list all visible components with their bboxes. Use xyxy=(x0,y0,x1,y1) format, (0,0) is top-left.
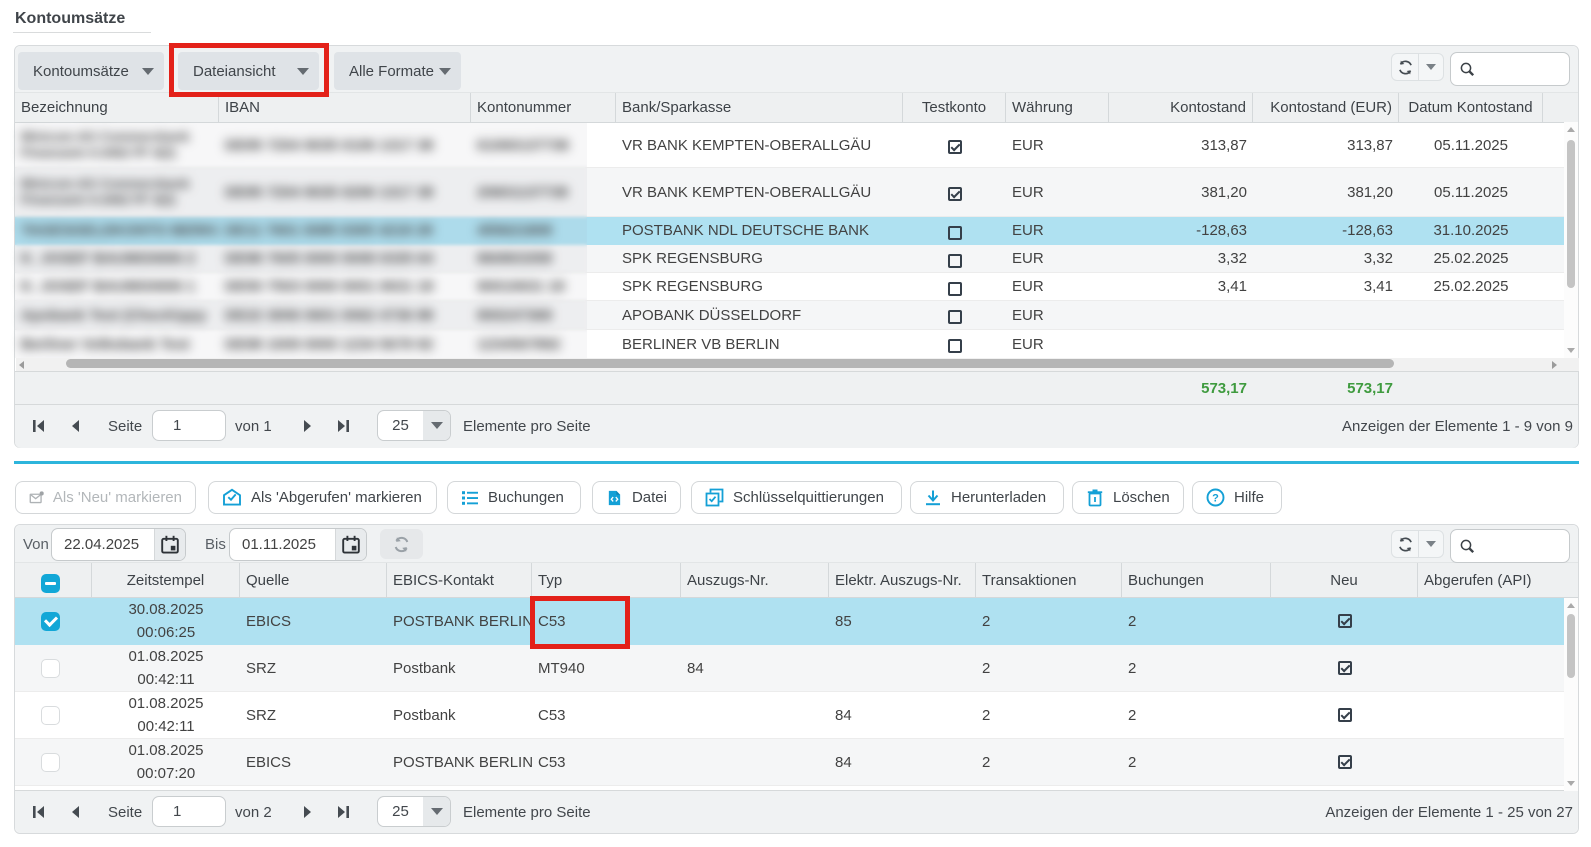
svg-text:?: ? xyxy=(1212,492,1219,504)
